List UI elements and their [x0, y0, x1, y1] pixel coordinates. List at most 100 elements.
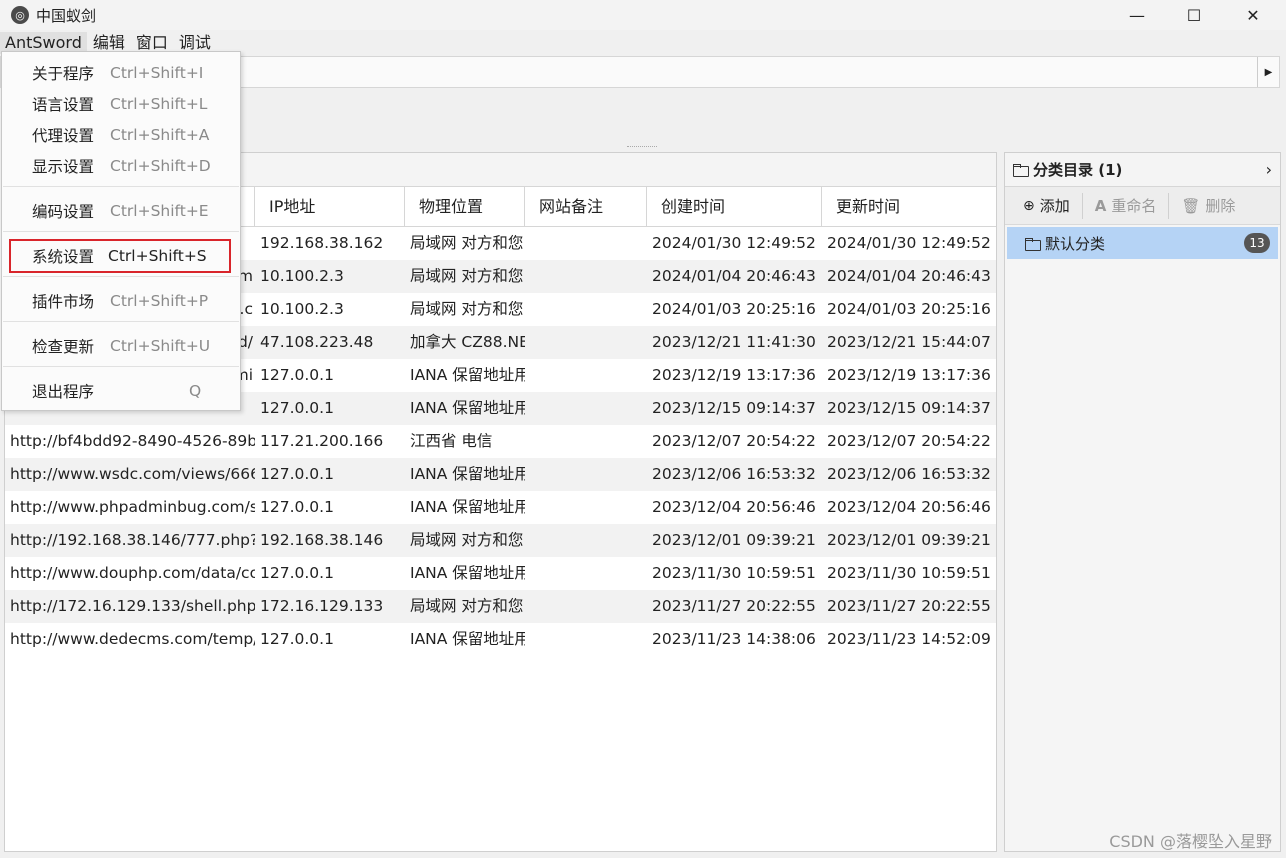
- table-cell: IANA 保留地址用: [410, 399, 525, 417]
- column-header-location[interactable]: 物理位置: [405, 187, 525, 227]
- table-row[interactable]: http://bf4bdd92-8490-4526-89b7- 117.21.20…: [5, 425, 996, 458]
- table-cell: 192.168.38.146: [260, 531, 384, 549]
- category-header: 分类目录 (1) ›: [1005, 153, 1280, 187]
- highlight-box: [9, 239, 231, 273]
- close-button[interactable]: ✕: [1224, 0, 1282, 30]
- table-cell: [525, 359, 647, 392]
- table-cell: [525, 491, 647, 524]
- table-cell: 2023/11/30 10:59:51: [652, 564, 816, 582]
- table-cell: 172.16.129.133: [260, 597, 384, 615]
- delete-category-button[interactable]: 🗑 删除: [1169, 193, 1247, 219]
- table-cell: 2023/12/15 09:14:37: [827, 399, 991, 417]
- column-header-note[interactable]: 网站备注: [525, 187, 647, 227]
- menu-item-shortcut: Ctrl+Shift+D: [110, 157, 211, 175]
- table-cell: 2023/12/21 15:44:07: [827, 333, 991, 351]
- table-cell: 47.108.223.48: [260, 333, 374, 351]
- table-cell: 2023/12/06 16:53:32: [827, 465, 991, 483]
- menu-item-label: 退出程序: [32, 383, 95, 401]
- table-cell: 江西省 电信: [410, 432, 493, 450]
- table-row[interactable]: http://www.phpadminbug.com/sh 127.0.0.1 IA…: [5, 491, 996, 524]
- menu-item-check-update[interactable]: 检查更新 Ctrl+Shift+U: [2, 331, 240, 361]
- table-cell: [525, 392, 647, 425]
- menu-item-label: 代理设置: [32, 127, 95, 145]
- table-cell: [525, 326, 647, 359]
- table-cell: http://www.wsdc.com/views/666.: [10, 465, 255, 483]
- table-row[interactable]: http://192.168.38.146/777.php? 192.168.38…: [5, 524, 996, 557]
- menu-item-encoding[interactable]: 编码设置 Ctrl+Shift+E: [2, 196, 240, 226]
- column-header-created[interactable]: 创建时间: [647, 187, 822, 227]
- menu-separator: [3, 231, 239, 232]
- table-row[interactable]: http://172.16.129.133/shell.php 172.16.12…: [5, 590, 996, 623]
- tab-scroll-right-button[interactable]: ▶: [1257, 57, 1279, 87]
- table-row[interactable]: http://www.wsdc.com/views/666. 127.0.0.1 I…: [5, 458, 996, 491]
- table-cell: 2023/12/01 09:39:21: [827, 531, 991, 549]
- table-cell: IANA 保留地址用: [410, 498, 525, 516]
- window-title: 中国蚁剑: [36, 6, 97, 25]
- table-cell: [525, 590, 647, 623]
- table-cell: 127.0.0.1: [260, 399, 334, 417]
- delete-label: 删除: [1205, 197, 1236, 215]
- table-row[interactable]: http://www.douphp.com/data/con 127.0.0.1 I…: [5, 557, 996, 590]
- table-cell: 2023/11/30 10:59:51: [827, 564, 991, 582]
- category-panel: 分类目录 (1) › ⊕ 添加 A 重命名 🗑 删除 默认分类 13: [1004, 152, 1281, 852]
- chevron-right-icon: ▶: [1264, 66, 1273, 78]
- menu-separator: [3, 186, 239, 187]
- menu-item-proxy[interactable]: 代理设置 Ctrl+Shift+A: [2, 120, 240, 150]
- table-cell: 2023/11/23 14:52:09: [827, 630, 991, 648]
- antsword-logo-icon: ◎: [11, 6, 29, 24]
- table-cell: IANA 保留地址用: [410, 630, 525, 648]
- menu-item-display[interactable]: 显示设置 Ctrl+Shift+D: [2, 151, 240, 181]
- table-cell: IANA 保留地址用: [410, 366, 525, 384]
- table-cell: 2023/12/04 20:56:46: [827, 498, 991, 516]
- table-cell: 2023/11/27 20:22:55: [652, 597, 816, 615]
- table-cell: http://172.16.129.133/shell.php: [10, 597, 255, 615]
- splitter-handle[interactable]: [627, 146, 657, 148]
- table-cell: [525, 557, 647, 590]
- menu-separator: [3, 276, 239, 277]
- menu-item-label: 检查更新: [32, 338, 95, 356]
- table-cell: 117.21.200.166: [260, 432, 384, 450]
- minimize-button[interactable]: —: [1108, 0, 1166, 30]
- table-cell: [525, 524, 647, 557]
- minimize-icon: —: [1129, 5, 1145, 25]
- table-cell: 127.0.0.1: [260, 630, 334, 648]
- add-category-button[interactable]: ⊕ 添加: [1005, 192, 1083, 219]
- plus-circle-icon: ⊕: [1023, 197, 1035, 214]
- column-header-updated[interactable]: 更新时间: [822, 187, 992, 227]
- category-list: 默认分类 13: [1005, 225, 1280, 261]
- table-cell: 127.0.0.1: [260, 366, 334, 384]
- table-cell: 10.100.2.3: [260, 300, 344, 318]
- rename-category-button[interactable]: A 重命名: [1083, 192, 1170, 219]
- close-icon: ✕: [1246, 5, 1260, 25]
- table-cell: 加拿大 CZ88.NE: [410, 333, 525, 351]
- count-badge: 13: [1244, 233, 1270, 253]
- menu-item-language[interactable]: 语言设置 Ctrl+Shift+L: [2, 89, 240, 119]
- table-cell: [525, 425, 647, 458]
- collapse-chevron-icon[interactable]: ›: [1266, 160, 1272, 179]
- folder-icon: [1013, 164, 1029, 177]
- folder-icon: [1025, 237, 1041, 251]
- table-cell: 2023/12/19 13:17:36: [652, 366, 816, 384]
- menu-item-quit[interactable]: 退出程序 Q: [2, 376, 240, 406]
- table-cell: http://www.douphp.com/data/con: [10, 564, 255, 582]
- menu-item-label: 编码设置: [32, 203, 95, 221]
- table-cell: 127.0.0.1: [260, 498, 334, 516]
- maximize-icon: ☐: [1186, 5, 1202, 25]
- menu-item-shortcut: Q: [189, 382, 202, 400]
- table-cell: [525, 293, 647, 326]
- watermark: CSDN @落樱坠入星野: [1109, 832, 1272, 851]
- table-row[interactable]: http://www.dedecms.com/temp/n 127.0.0.1 IA…: [5, 623, 996, 656]
- category-title: 分类目录 (1): [1033, 161, 1123, 179]
- table-cell: 192.168.38.162: [260, 234, 384, 252]
- category-toolbar: ⊕ 添加 A 重命名 🗑 删除: [1005, 187, 1280, 225]
- table-cell: 2024/01/03 20:25:16: [652, 300, 816, 318]
- table-cell: http://www.phpadminbug.com/sh: [10, 498, 255, 516]
- maximize-button[interactable]: ☐: [1165, 0, 1223, 30]
- menu-item-plugin-market[interactable]: 插件市场 Ctrl+Shift+P: [2, 286, 240, 316]
- menu-item-about[interactable]: 关于程序 Ctrl+Shift+I: [2, 58, 240, 88]
- column-header-ip[interactable]: IP地址: [255, 187, 405, 227]
- table-cell: [525, 260, 647, 293]
- menu-separator: [3, 366, 239, 367]
- table-cell: 2023/11/23 14:38:06: [652, 630, 816, 648]
- category-item-default[interactable]: 默认分类 13: [1007, 227, 1278, 259]
